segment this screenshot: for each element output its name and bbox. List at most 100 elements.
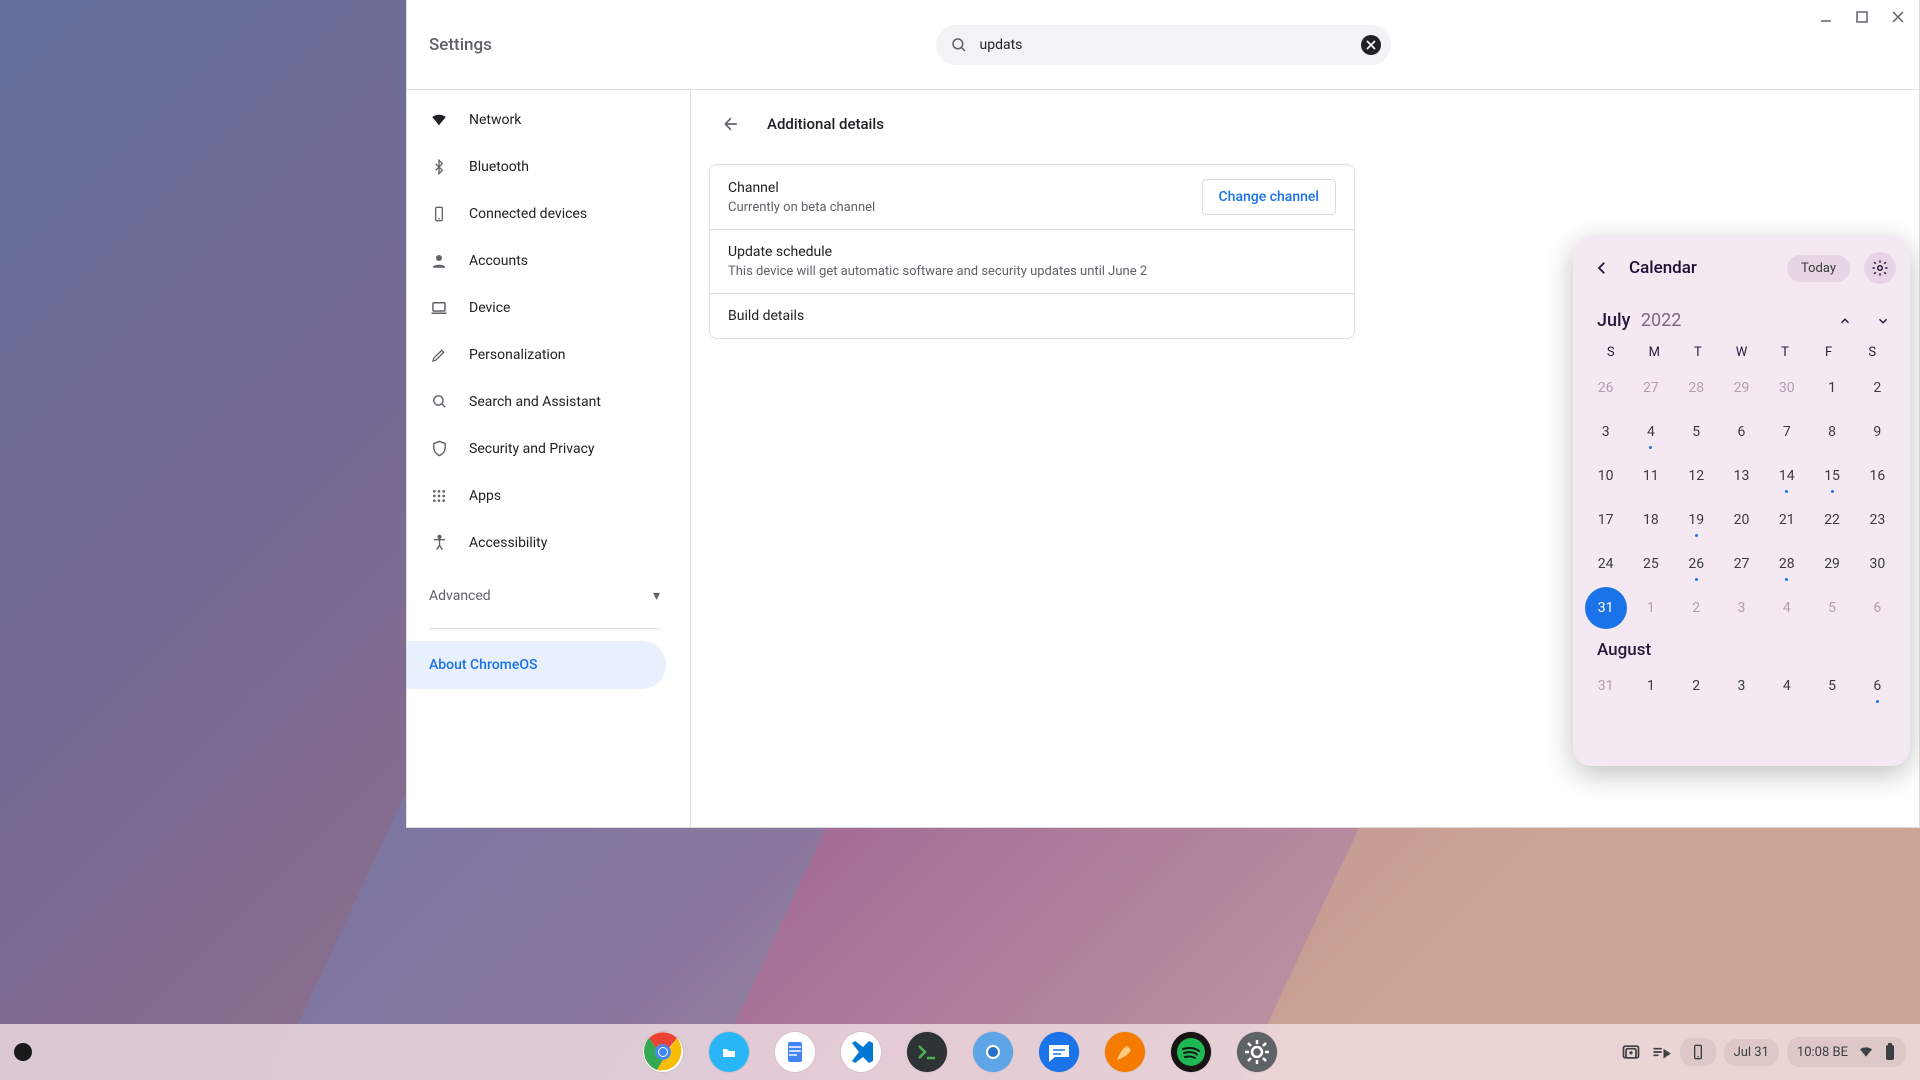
calendar-dow: W (1720, 345, 1764, 360)
calendar-day[interactable]: 1 (1628, 586, 1673, 630)
calendar-day[interactable]: 4 (1764, 586, 1809, 630)
calendar-day[interactable]: 2 (1674, 664, 1719, 708)
status-tray[interactable]: 10:08 BE (1787, 1037, 1906, 1067)
calendar-day[interactable]: 29 (1809, 542, 1854, 586)
calendar-day[interactable]: 28 (1674, 366, 1719, 410)
calendar-day[interactable]: 4 (1628, 410, 1673, 454)
calendar-day[interactable]: 1 (1628, 664, 1673, 708)
shelf-app-messages[interactable] (1039, 1032, 1079, 1072)
sidebar-about-chromeos[interactable]: About ChromeOS (407, 641, 666, 689)
bluetooth-icon (429, 157, 449, 177)
calendar-day[interactable]: 29 (1719, 366, 1764, 410)
sidebar-item-label: Accounts (469, 253, 528, 269)
calendar-day[interactable]: 13 (1719, 454, 1764, 498)
calendar-day[interactable]: 21 (1764, 498, 1809, 542)
calendar-day[interactable]: 5 (1674, 410, 1719, 454)
search-bar[interactable] (936, 25, 1391, 65)
row-build-details[interactable]: Build details (710, 294, 1354, 338)
calendar-day[interactable]: 4 (1764, 664, 1809, 708)
sidebar-item-connected-devices[interactable]: Connected devices (407, 190, 666, 237)
phone-hub-button[interactable] (1680, 1038, 1716, 1066)
calendar-day[interactable]: 27 (1719, 542, 1764, 586)
calendar-day[interactable]: 6 (1855, 664, 1900, 708)
calendar-day[interactable]: 5 (1809, 586, 1854, 630)
sidebar-advanced-toggle[interactable]: Advanced ▾ (407, 576, 690, 616)
calendar-back-button[interactable] (1587, 253, 1617, 283)
calendar-day[interactable]: 1 (1809, 366, 1854, 410)
shelf-app-files[interactable] (709, 1032, 749, 1072)
battery-icon (1884, 1043, 1896, 1061)
window-maximize-button[interactable] (1851, 6, 1873, 28)
sidebar-item-security[interactable]: Security and Privacy (407, 425, 666, 472)
calendar-day[interactable]: 15 (1809, 454, 1854, 498)
search-clear-button[interactable] (1361, 35, 1381, 55)
sidebar-item-network[interactable]: Network (407, 96, 666, 143)
calendar-day[interactable]: 2 (1855, 366, 1900, 410)
sidebar-item-device[interactable]: Device (407, 284, 666, 331)
sidebar-item-accessibility[interactable]: Accessibility (407, 519, 666, 566)
shelf-app-settings[interactable] (1237, 1032, 1277, 1072)
calendar-day[interactable]: 12 (1674, 454, 1719, 498)
calendar-day[interactable]: 17 (1583, 498, 1628, 542)
back-button[interactable] (717, 110, 745, 138)
calendar-day[interactable]: 25 (1628, 542, 1673, 586)
calendar-day[interactable]: 30 (1764, 366, 1809, 410)
sidebar-item-personalization[interactable]: Personalization (407, 331, 666, 378)
media-controls-icon[interactable] (1650, 1041, 1672, 1063)
change-channel-button[interactable]: Change channel (1202, 179, 1336, 215)
sidebar-item-accounts[interactable]: Accounts (407, 237, 666, 284)
shelf-app-chromium[interactable] (973, 1032, 1013, 1072)
calendar-day[interactable]: 18 (1628, 498, 1673, 542)
calendar-day[interactable]: 24 (1583, 542, 1628, 586)
shelf-app-docs[interactable] (775, 1032, 815, 1072)
calendar-today-button[interactable]: Today (1787, 255, 1850, 282)
calendar-day[interactable]: 28 (1764, 542, 1809, 586)
page-title: Additional details (767, 115, 884, 133)
launcher-button[interactable] (14, 1043, 32, 1061)
shelf-app-vscode[interactable] (841, 1032, 881, 1072)
calendar-day[interactable]: 26 (1583, 366, 1628, 410)
calendar-day[interactable]: 31 (1583, 586, 1628, 630)
calendar-day[interactable]: 31 (1583, 664, 1628, 708)
search-input[interactable] (980, 37, 1349, 53)
tote-tray-icon[interactable] (1620, 1041, 1642, 1063)
calendar-day[interactable]: 14 (1764, 454, 1809, 498)
calendar-dow: T (1676, 345, 1720, 360)
calendar-day[interactable]: 3 (1583, 410, 1628, 454)
calendar-day[interactable]: 2 (1674, 586, 1719, 630)
calendar-day[interactable]: 5 (1809, 664, 1854, 708)
window-close-button[interactable] (1887, 6, 1909, 28)
window-minimize-button[interactable] (1815, 6, 1837, 28)
shelf-app-chrome[interactable] (643, 1032, 683, 1072)
calendar-day[interactable]: 6 (1855, 586, 1900, 630)
calendar-day[interactable]: 11 (1628, 454, 1673, 498)
calendar-day[interactable]: 10 (1583, 454, 1628, 498)
shelf-app-app-orange[interactable] (1105, 1032, 1145, 1072)
calendar-day[interactable]: 8 (1809, 410, 1854, 454)
sidebar-item-label: Accessibility (469, 535, 547, 551)
calendar-day[interactable]: 9 (1855, 410, 1900, 454)
calendar-settings-button[interactable] (1864, 252, 1896, 284)
shelf-app-spotify[interactable] (1171, 1032, 1211, 1072)
calendar-day[interactable]: 23 (1855, 498, 1900, 542)
sidebar-item-bluetooth[interactable]: Bluetooth (407, 143, 666, 190)
sidebar-item-search-assistant[interactable]: Search and Assistant (407, 378, 666, 425)
shelf-app-terminal[interactable] (907, 1032, 947, 1072)
calendar-day[interactable]: 7 (1764, 410, 1809, 454)
calendar-day[interactable]: 22 (1809, 498, 1854, 542)
calendar-day[interactable]: 20 (1719, 498, 1764, 542)
calendar-day[interactable]: 26 (1674, 542, 1719, 586)
calendar-day[interactable]: 19 (1674, 498, 1719, 542)
shelf: Jul 31 10:08 BE (0, 1024, 1920, 1080)
sidebar-item-apps[interactable]: Apps (407, 472, 666, 519)
calendar-day[interactable]: 30 (1855, 542, 1900, 586)
calendar-day[interactable]: 27 (1628, 366, 1673, 410)
calendar-dow: S (1850, 345, 1894, 360)
calendar-prev-month-button[interactable] (1838, 314, 1852, 328)
calendar-day[interactable]: 6 (1719, 410, 1764, 454)
calendar-day[interactable]: 16 (1855, 454, 1900, 498)
calendar-day[interactable]: 3 (1719, 664, 1764, 708)
calendar-next-month-button[interactable] (1876, 314, 1890, 328)
calendar-day[interactable]: 3 (1719, 586, 1764, 630)
shelf-date-pill[interactable]: Jul 31 (1724, 1039, 1779, 1066)
